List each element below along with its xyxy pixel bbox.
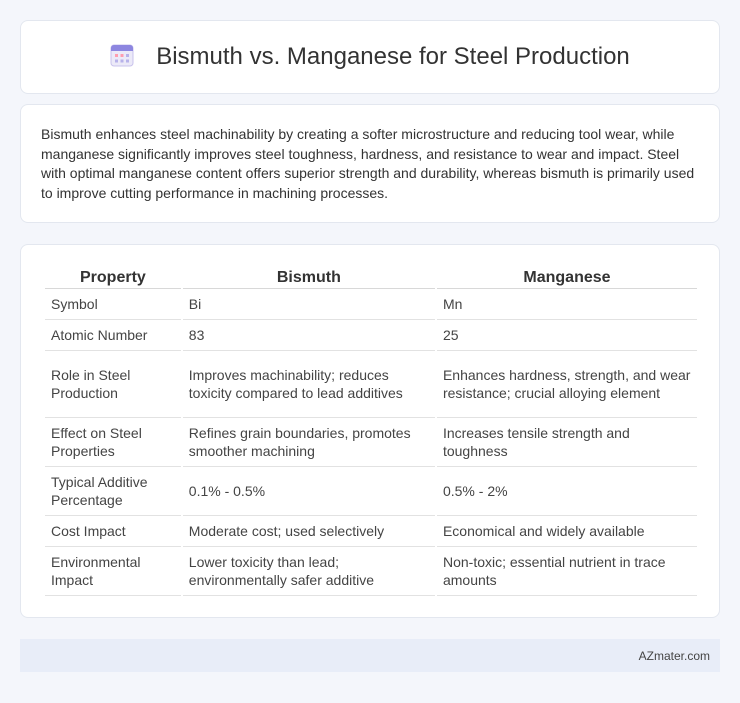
table-row: Symbol Bi Mn: [45, 289, 697, 320]
header-manganese: Manganese: [436, 267, 697, 289]
header-card: Bismuth vs. Manganese for Steel Producti…: [20, 20, 720, 94]
row-property: Cost Impact: [45, 516, 181, 547]
row-bismuth: Improves machinability; reduces toxicity…: [182, 351, 435, 418]
row-bismuth: Lower toxicity than lead; environmentall…: [182, 547, 435, 596]
table-header-row: Property Bismuth Manganese: [45, 267, 697, 289]
row-manganese: Increases tensile strength and toughness: [436, 418, 697, 467]
row-manganese: Economical and widely available: [436, 516, 697, 547]
row-manganese: 25: [436, 320, 697, 351]
summary-card: Bismuth enhances steel machinability by …: [20, 104, 720, 223]
title-row: Bismuth vs. Manganese for Steel Producti…: [110, 43, 630, 72]
row-property: Symbol: [45, 289, 181, 320]
row-property: Environmental Impact: [45, 547, 181, 596]
row-property: Effect on Steel Properties: [45, 418, 181, 467]
row-bismuth: 0.1% - 0.5%: [182, 467, 435, 516]
row-manganese: Non-toxic; essential nutrient in trace a…: [436, 547, 697, 596]
footer-site-link[interactable]: AZmater.com: [639, 649, 710, 663]
header-bismuth: Bismuth: [182, 267, 435, 289]
summary-text: Bismuth enhances steel machinability by …: [41, 126, 695, 201]
page-title: Bismuth vs. Manganese for Steel Producti…: [156, 43, 630, 70]
table-row: Typical Additive Percentage 0.1% - 0.5% …: [45, 467, 697, 516]
table-row: Environmental Impact Lower toxicity than…: [45, 547, 697, 596]
comparison-card: Property Bismuth Manganese Symbol Bi Mn …: [20, 244, 720, 618]
comparison-table: Property Bismuth Manganese Symbol Bi Mn …: [43, 267, 699, 596]
row-manganese: Enhances hardness, strength, and wear re…: [436, 351, 697, 418]
header-property: Property: [45, 267, 181, 289]
calendar-grid-icon: [110, 43, 134, 72]
row-bismuth: 83: [182, 320, 435, 351]
table-row: Effect on Steel Properties Refines grain…: [45, 418, 697, 467]
table-row: Cost Impact Moderate cost; used selectiv…: [45, 516, 697, 547]
row-property: Typical Additive Percentage: [45, 467, 181, 516]
row-property: Atomic Number: [45, 320, 181, 351]
row-bismuth: Refines grain boundaries, promotes smoot…: [182, 418, 435, 467]
row-property: Role in Steel Production: [45, 351, 181, 418]
table-row: Atomic Number 83 25: [45, 320, 697, 351]
row-manganese: 0.5% - 2%: [436, 467, 697, 516]
row-manganese: Mn: [436, 289, 697, 320]
row-bismuth: Bi: [182, 289, 435, 320]
footer-bar: AZmater.com: [20, 639, 720, 672]
table-row: Role in Steel Production Improves machin…: [45, 351, 697, 418]
row-bismuth: Moderate cost; used selectively: [182, 516, 435, 547]
